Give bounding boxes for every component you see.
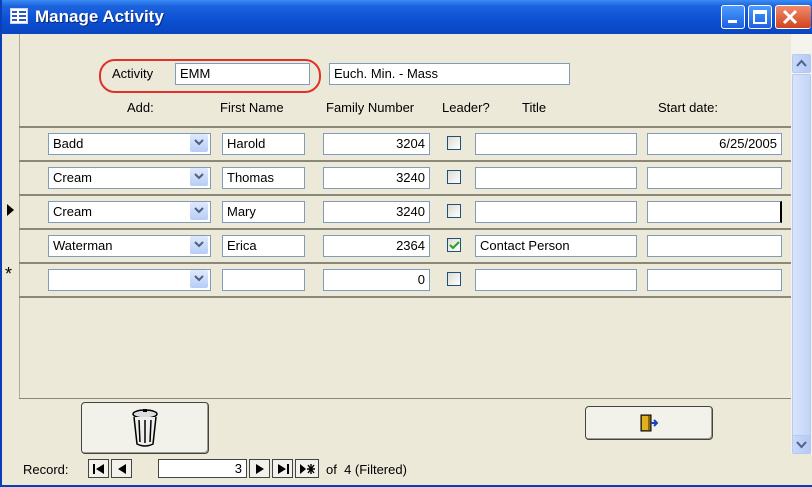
start-date-field[interactable] bbox=[647, 201, 782, 223]
first-name-field[interactable]: Harold bbox=[222, 133, 305, 155]
add-combo[interactable]: Cream bbox=[48, 201, 211, 223]
add-combo[interactable] bbox=[48, 269, 211, 291]
scroll-thumb[interactable] bbox=[792, 74, 811, 454]
new-record-button[interactable] bbox=[295, 459, 319, 478]
family-number-field[interactable]: 3204 bbox=[323, 133, 430, 155]
title-field[interactable] bbox=[475, 167, 637, 189]
column-header-start-date: Start date: bbox=[658, 100, 718, 115]
previous-record-icon bbox=[118, 464, 126, 474]
first-name-field[interactable]: Erica bbox=[222, 235, 305, 257]
first-name-field[interactable] bbox=[222, 269, 305, 291]
chevron-down-icon[interactable] bbox=[190, 270, 208, 288]
leader-checkbox[interactable] bbox=[447, 272, 461, 286]
title-field[interactable] bbox=[475, 133, 637, 155]
delete-button[interactable] bbox=[81, 402, 209, 454]
scroll-up-button[interactable] bbox=[792, 54, 811, 73]
title-field[interactable]: Contact Person bbox=[475, 235, 637, 257]
row-separator bbox=[19, 296, 791, 298]
chevron-down-icon[interactable] bbox=[190, 202, 208, 220]
column-header-first-name: First Name bbox=[220, 100, 284, 115]
first-name-field[interactable]: Thomas bbox=[222, 167, 305, 189]
column-header-family-number: Family Number bbox=[326, 100, 415, 115]
title-field[interactable] bbox=[475, 269, 637, 291]
start-date-field[interactable] bbox=[647, 167, 782, 189]
next-record-icon bbox=[256, 464, 264, 474]
add-combo[interactable]: Waterman bbox=[48, 235, 211, 257]
activity-name-field[interactable]: Euch. Min. - Mass bbox=[329, 63, 570, 85]
form-icon bbox=[10, 8, 28, 24]
column-header-title: Title bbox=[522, 100, 547, 115]
checkmark-icon bbox=[449, 241, 460, 250]
leader-checkbox[interactable] bbox=[447, 136, 461, 150]
vertical-scrollbar[interactable] bbox=[791, 34, 812, 454]
row-separator bbox=[19, 126, 791, 128]
chevron-down-icon[interactable] bbox=[190, 236, 208, 254]
trash-can-icon bbox=[132, 409, 158, 447]
leader-checkbox[interactable] bbox=[447, 238, 461, 252]
manage-activity-window: Manage Activity Activity EMM Euch. Min. … bbox=[0, 0, 812, 487]
current-record-pointer-icon bbox=[7, 204, 14, 216]
family-number-field[interactable]: 3240 bbox=[323, 201, 430, 223]
new-record-icon bbox=[300, 464, 315, 474]
current-record-field[interactable]: 3 bbox=[158, 459, 247, 478]
column-header-add: Add: bbox=[127, 100, 154, 115]
maximize-button[interactable] bbox=[748, 5, 772, 29]
new-record-marker: * bbox=[5, 264, 13, 284]
record-count-text: of 4 (Filtered) bbox=[326, 462, 407, 477]
exit-door-icon bbox=[640, 414, 659, 432]
previous-record-button[interactable] bbox=[111, 459, 132, 478]
title-field[interactable] bbox=[475, 201, 637, 223]
window-title: Manage Activity bbox=[35, 7, 164, 26]
first-name-field[interactable]: Mary bbox=[222, 201, 305, 223]
minimize-button[interactable] bbox=[721, 5, 745, 29]
next-record-button[interactable] bbox=[249, 459, 270, 478]
chevron-down-icon[interactable] bbox=[190, 168, 208, 186]
record-navigation-bar: Record: 3 of 4 (Filtered) bbox=[19, 455, 812, 485]
record-label: Record: bbox=[23, 462, 69, 477]
title-bar[interactable]: Manage Activity bbox=[2, 0, 812, 34]
row-separator bbox=[19, 228, 791, 230]
family-number-field[interactable]: 2364 bbox=[323, 235, 430, 257]
scroll-down-button[interactable] bbox=[792, 435, 811, 454]
row-separator bbox=[19, 262, 791, 264]
chevron-down-icon[interactable] bbox=[190, 134, 208, 152]
activity-highlight-ring bbox=[99, 59, 321, 93]
family-number-field[interactable]: 3240 bbox=[323, 167, 430, 189]
start-date-field[interactable] bbox=[647, 235, 782, 257]
record-selector-bar bbox=[2, 34, 20, 485]
last-record-icon bbox=[278, 464, 289, 474]
close-button[interactable] bbox=[775, 5, 811, 29]
start-date-field[interactable]: 6/25/2005 bbox=[647, 133, 782, 155]
exit-button[interactable] bbox=[585, 406, 713, 440]
add-combo[interactable]: Cream bbox=[48, 167, 211, 189]
add-combo[interactable]: Badd bbox=[48, 133, 211, 155]
family-number-field[interactable]: 0 bbox=[323, 269, 430, 291]
row-separator bbox=[19, 160, 791, 162]
row-separator bbox=[19, 194, 791, 196]
last-record-button[interactable] bbox=[272, 459, 293, 478]
column-header-leader: Leader? bbox=[442, 100, 490, 115]
leader-checkbox[interactable] bbox=[447, 204, 461, 218]
first-record-button[interactable] bbox=[88, 459, 109, 478]
leader-checkbox[interactable] bbox=[447, 170, 461, 184]
start-date-field[interactable] bbox=[647, 269, 782, 291]
first-record-icon bbox=[93, 464, 104, 474]
